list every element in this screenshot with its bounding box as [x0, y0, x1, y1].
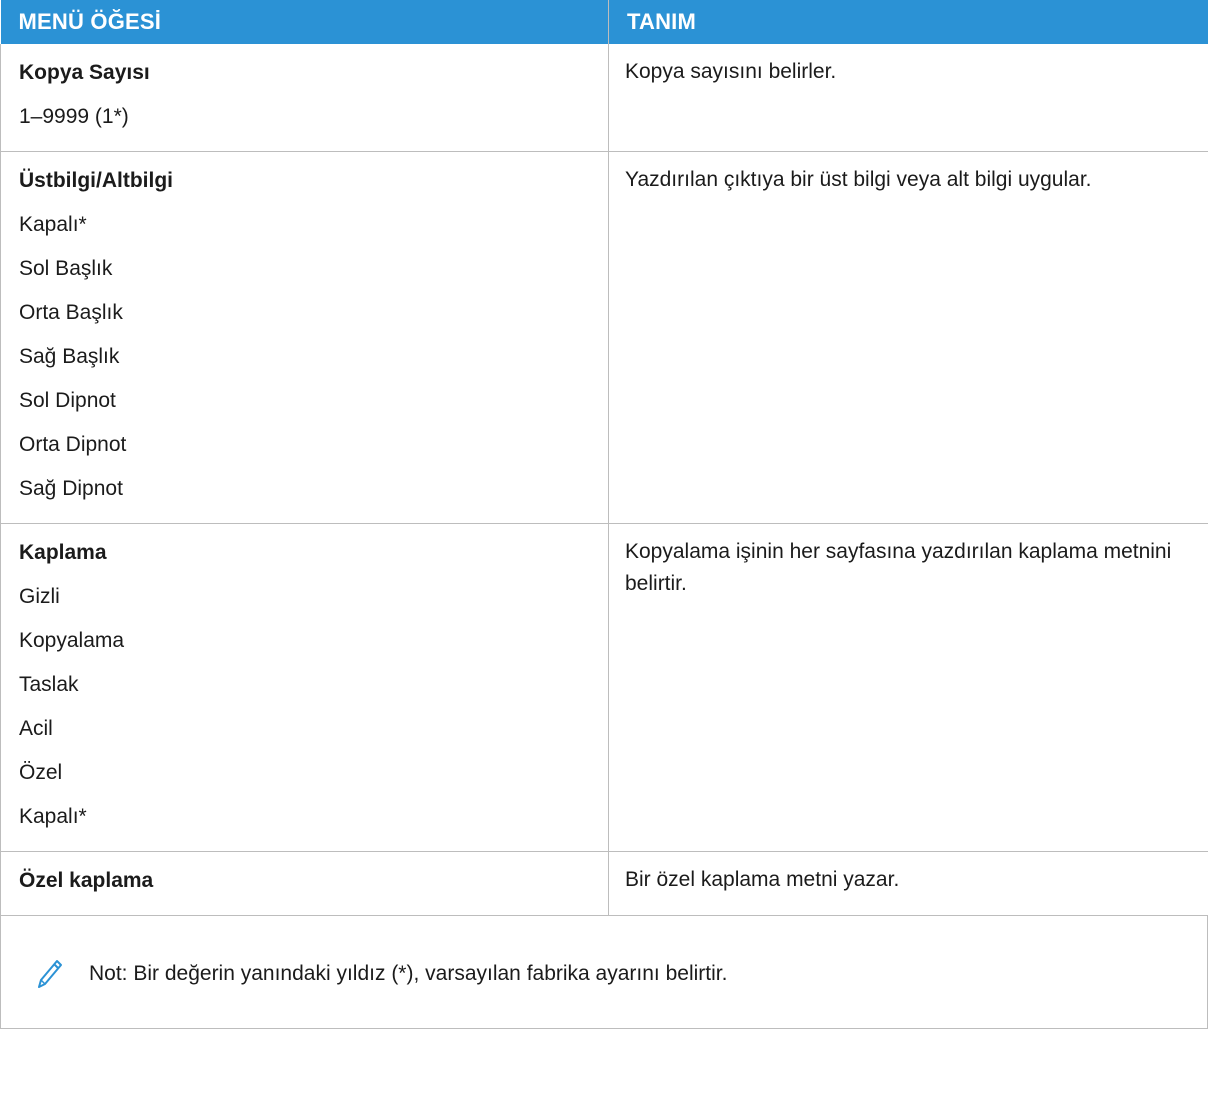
menu-item-option: Sağ Başlık: [19, 345, 120, 368]
description-cell: Bir özel kaplama metni yazar.: [608, 851, 1208, 916]
menu-item-cell: Kaplama Gizli Kopyalama Taslak Acil Özel…: [0, 523, 609, 852]
menu-item-cell: Kopya Sayısı 1–9999 (1*): [0, 44, 609, 152]
menu-item-option: Sağ Dipnot: [19, 477, 123, 500]
column-header-menu-item: MENÜ ÖĞESİ: [0, 0, 609, 44]
table-row: Özel kaplama Bir özel kaplama metni yaza…: [0, 851, 1208, 916]
description-cell: Kopyalama işinin her sayfasına yazdırıla…: [608, 523, 1208, 852]
menu-table: MENÜ ÖĞESİ TANIM Kopya Sayısı 1–9999 (1*…: [0, 0, 1208, 916]
menu-item-option: 1–9999 (1*): [19, 105, 129, 128]
note-line: Not: Bir değerin yanındaki yıldız (*), v…: [37, 959, 727, 989]
menu-item-option: Orta Başlık: [19, 301, 123, 324]
menu-item-option: Sol Başlık: [19, 257, 113, 280]
menu-item-name: Kaplama: [19, 541, 107, 564]
menu-item-option: Kapalı*: [19, 805, 87, 828]
note-text: Not: Bir değerin yanındaki yıldız (*), v…: [89, 962, 728, 985]
menu-item-cell: Üstbilgi/Altbilgi Kapalı* Sol Başlık Ort…: [0, 151, 609, 524]
table-row: Kopya Sayısı 1–9999 (1*) Kopya sayısını …: [0, 44, 1208, 152]
menu-item-option: Taslak: [19, 673, 79, 696]
menu-item-option: Orta Dipnot: [19, 433, 127, 456]
menu-item-option: Acil: [19, 717, 53, 740]
description-cell: Yazdırılan çıktıya bir üst bilgi veya al…: [608, 151, 1208, 524]
column-header-description: TANIM: [608, 0, 1208, 44]
menu-item-option: Sol Dipnot: [19, 389, 116, 412]
menu-item-option: Gizli: [19, 585, 60, 608]
menu-item-name: Üstbilgi/Altbilgi: [19, 169, 173, 192]
table-header-row: MENÜ ÖĞESİ TANIM: [0, 0, 1208, 44]
menu-item-option: Özel: [19, 761, 63, 784]
menu-item-option: Kopyalama: [19, 629, 125, 652]
note-box: Not: Bir değerin yanındaki yıldız (*), v…: [0, 916, 1208, 1029]
menu-item-cell: Özel kaplama: [0, 851, 609, 916]
pencil-icon: [38, 960, 62, 988]
menu-item-name: Kopya Sayısı: [19, 61, 150, 84]
description-cell: Kopya sayısını belirler.: [608, 44, 1208, 152]
menu-item-name: Özel kaplama: [19, 869, 154, 892]
table-row: Üstbilgi/Altbilgi Kapalı* Sol Başlık Ort…: [0, 151, 1208, 524]
menu-item-option: Kapalı*: [19, 213, 87, 236]
table-row: Kaplama Gizli Kopyalama Taslak Acil Özel…: [0, 523, 1208, 852]
